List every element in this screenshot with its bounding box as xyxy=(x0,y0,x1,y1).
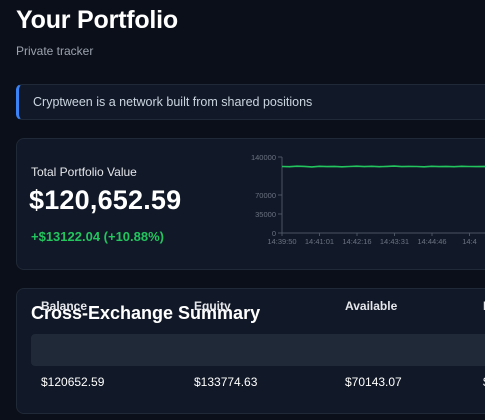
value-change: +$13122.04 (+10.88%) xyxy=(31,229,164,244)
x-tick-label: 14:41:01 xyxy=(305,237,334,246)
y-tick-label: 35000 xyxy=(255,210,276,219)
total-value-amount: $120,652.59 xyxy=(29,185,182,215)
x-tick-label: 14:4 xyxy=(462,237,477,246)
banner-text: Cryptween is a network built from shared… xyxy=(33,95,313,109)
x-tick-label: 14:42:16 xyxy=(342,237,371,246)
portfolio-value-card: Total Portfolio Value $120,652.59 +$1312… xyxy=(16,138,485,270)
x-tick-label: 14:39:50 xyxy=(267,237,296,246)
cell-balance: $120652.59 xyxy=(41,375,105,389)
page-title: Your Portfolio xyxy=(16,6,178,34)
cell-equity: $133774.63 xyxy=(194,375,258,389)
column-header-equity: Equity xyxy=(194,299,231,313)
x-tick-label: 14:44:46 xyxy=(417,237,446,246)
y-tick-label: 140000 xyxy=(251,153,276,162)
y-tick-label: 70000 xyxy=(255,191,276,200)
page-subtitle: Private tracker xyxy=(16,44,94,58)
series-line xyxy=(281,165,485,168)
total-value-label: Total Portfolio Value xyxy=(31,165,137,179)
portfolio-value-chart: 14000070000350000 14:39:50 14:41:01 14:42:… xyxy=(251,153,485,246)
x-tick-label: 14:43:31 xyxy=(380,237,409,246)
column-header-balance: Balance xyxy=(41,299,88,313)
column-header-available: Available xyxy=(345,299,398,313)
cross-exchange-summary-card: Cross-Exchange Summary Balance Equity Av… xyxy=(16,288,485,414)
info-banner: Cryptween is a network built from shared… xyxy=(16,84,485,120)
cell-available: $70143.07 xyxy=(345,375,402,389)
summary-table-header xyxy=(31,334,485,366)
